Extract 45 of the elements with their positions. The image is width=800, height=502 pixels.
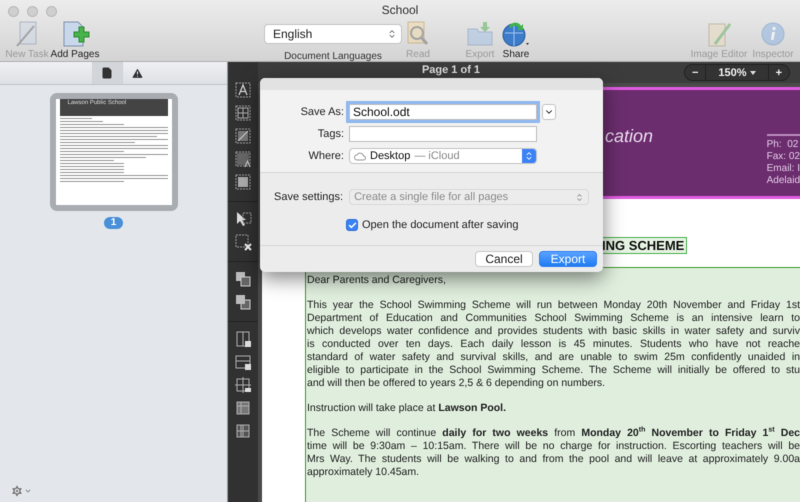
zoom-level-select[interactable]: 150% bbox=[706, 65, 769, 80]
zoom-out-button[interactable]: − bbox=[684, 65, 706, 80]
toolbar-button[interactable]: Add Pages bbox=[50, 20, 100, 60]
language-label: Document Languages bbox=[284, 51, 382, 62]
field-label: Tags: bbox=[316, 127, 344, 142]
page-number-badge: 1 bbox=[104, 217, 124, 229]
tags-field[interactable] bbox=[349, 126, 537, 142]
window-title: School bbox=[382, 3, 418, 17]
warning-icon bbox=[130, 66, 144, 80]
paragraph: Dear Parents and Caregivers, bbox=[307, 274, 447, 287]
zoom-in-button[interactable]: + bbox=[768, 65, 789, 80]
stepper-arrows-icon bbox=[524, 151, 534, 161]
dialog-button[interactable]: Cancel bbox=[475, 251, 533, 267]
paragraph: Instruction will take place at Lawson Pool. bbox=[307, 402, 507, 415]
checkbox-label: Open the document after saving bbox=[362, 219, 519, 231]
language-select[interactable]: English bbox=[264, 24, 402, 44]
field-label: Save As: bbox=[300, 105, 344, 120]
stepper-arrows-icon bbox=[575, 192, 584, 202]
field-label: Where: bbox=[308, 149, 344, 164]
magnifier-page-icon bbox=[405, 20, 431, 48]
file-name-field[interactable]: School.odt bbox=[349, 104, 537, 120]
contact-line: Adelaid bbox=[766, 176, 800, 186]
contact-line: Ph: 02 bbox=[766, 140, 800, 150]
globe-icon bbox=[501, 20, 531, 48]
folder-icon bbox=[466, 20, 494, 48]
letterhead-title: cation bbox=[605, 126, 654, 148]
caret-icon bbox=[750, 70, 756, 74]
toolbar-button[interactable]: Share bbox=[500, 20, 532, 60]
expand-button[interactable] bbox=[542, 104, 556, 120]
cell-split-icon[interactable] bbox=[232, 375, 254, 395]
contact-line: Email: I bbox=[766, 164, 800, 174]
cloud-icon bbox=[354, 152, 366, 160]
contact-line: Fax: 02 bbox=[766, 152, 800, 162]
info-icon bbox=[760, 20, 786, 48]
page-counter: Page 1 of 1 bbox=[420, 64, 482, 76]
settings-icon bbox=[10, 484, 24, 498]
sidebar-tab[interactable] bbox=[92, 62, 122, 84]
location-select[interactable]: Desktop — iCloud bbox=[349, 148, 537, 164]
paragraph: The Scheme will continue daily for two weeks from Monday 20$^{th}$ November to Friday 1$^{st}$ Dec time will be 9:30am – 10:15am. There will be no charge for instruction. Escorting teachers will be Mrs Way. The students will be walking to and from the pool and will leave at approximately 9.00a approximately 10.45am. bbox=[307, 427, 800, 479]
caret-icon bbox=[24, 487, 32, 495]
paragraph: This year the School Swimming Scheme will run between Monday 20th November and Friday 1st Department of Education and Communities School Swimming Scheme is an intensive learn to which develops water confidence and provides students with basic skills in water safety and surviv is conducted over ten days. Each daily lesson is 45 minutes. Students who have not reache standard of water safety and survival skills, and are unable to swim 25m confidently unaided in eligible to participate in the School Swimming Scheme. The Scheme will initially be offered to stu and will then be offered to years 2,5 & 6 depending on numbers. bbox=[307, 299, 800, 390]
stepper-arrows-icon bbox=[387, 29, 397, 39]
checkbox[interactable] bbox=[346, 219, 358, 231]
field-label: Save settings: bbox=[274, 190, 344, 205]
page-icon bbox=[101, 67, 113, 79]
